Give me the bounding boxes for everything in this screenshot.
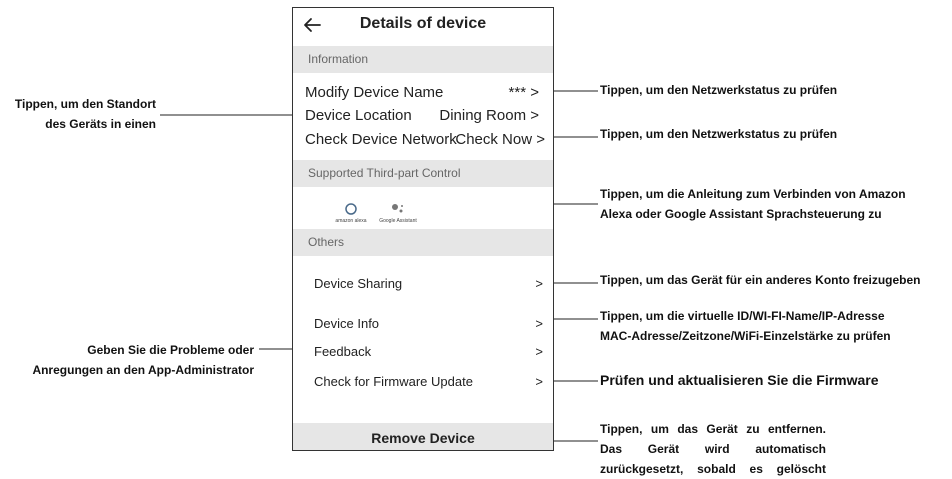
device-info-row[interactable]: Device Info > [293,316,553,336]
annotation-line: Das Gerät wird automatisch [600,442,826,456]
section-others: Others [293,229,553,256]
row-label: Feedback [314,344,372,359]
device-details-screen: Details of device Information Modify Dev… [292,7,554,451]
row-label: Check for Firmware Update [314,374,473,389]
chevron-right-icon: > [535,344,543,359]
header: Details of device [293,8,553,44]
annotation-location: Tippen, um den Standort des Geräts in ei… [0,94,156,134]
google-logo-text: Google Assistant [379,218,417,224]
annotation-line: Tippen, um den Standort [14,97,156,111]
row-label: Device Info [314,316,380,331]
annotation-modify-name: Tippen, um den Netzwerkstatus zu prüfen [600,83,838,97]
annotation-sharing: Tippen, um das Gerät für ein anderes Kon… [600,273,921,287]
check-device-network-row[interactable]: Check Device Network Check Now > [293,131,553,151]
annotation-line: Tippen, um das Gerät zu entfernen. [600,422,826,436]
section-label: Others [308,235,345,249]
row-value: Check Now > [455,131,545,148]
chevron-right-icon: > [535,374,543,389]
annotation-feedback: Geben Sie die Probleme oder Anregungen a… [0,340,254,380]
annotation-info: Tippen, um die virtuelle ID/WI-FI-Name/I… [600,306,891,346]
annotation-line: Geben Sie die Probleme oder [87,343,254,357]
annotation-line: zurückgesetzt, sobald es gelöscht [600,462,826,476]
row-value: Dining Room > [439,107,539,124]
google-assistant-dots-icon [392,204,403,213]
annotation-line: des Geräts in einen [45,117,156,131]
row-label: Check Device Network [305,131,457,148]
annotation-remove: Tippen, um das Gerät zu entfernen. Das G… [600,419,826,479]
section-label: Information [308,52,369,66]
page-title: Details of device [359,15,487,32]
annotation-line: Alexa oder Google Assistant Sprachsteuer… [600,207,882,221]
annotation-third-party: Tippen, um die Anleitung zum Verbinden v… [600,184,906,224]
device-location-row[interactable]: Device Location Dining Room > [293,107,553,127]
remove-device-button[interactable]: Remove Device [293,423,553,450]
annotation-network: Tippen, um den Netzwerkstatus zu prüfen [600,127,838,141]
chevron-right-icon: > [535,276,543,291]
firmware-update-row[interactable]: Check for Firmware Update > [293,374,553,394]
device-sharing-row[interactable]: Device Sharing > [293,276,553,296]
modify-device-name-row[interactable]: Modify Device Name *** > [293,84,553,104]
alexa-logo-text: amazon alexa [335,218,367,224]
row-label: Device Sharing [314,276,403,291]
row-label: Modify Device Name [305,84,444,101]
feedback-row[interactable]: Feedback > [293,344,553,364]
annotation-line: Tippen, um die virtuelle ID/WI-FI-Name/I… [600,309,885,323]
annotation-line: Anregungen an den App-Administrator [32,363,254,377]
row-label: Device Location [305,107,412,124]
google-assistant-logo[interactable]: Google Assistant [373,202,423,224]
annotation-line: Tippen, um die Anleitung zum Verbinden v… [600,187,906,201]
annotation-firmware: Prüfen und aktualisieren Sie die Firmwar… [600,372,879,388]
section-third-party: Supported Third-part Control [293,160,553,187]
alexa-ring-icon [345,203,357,215]
row-value: *** > [508,84,539,101]
chevron-right-icon: > [535,316,543,331]
annotation-line: MAC-Adresse/Zeitzone/WiFi-Einzelstärke z… [600,329,891,343]
section-information: Information [293,46,553,73]
amazon-alexa-logo[interactable]: amazon alexa [333,202,369,224]
section-label: Supported Third-part Control [308,166,461,180]
